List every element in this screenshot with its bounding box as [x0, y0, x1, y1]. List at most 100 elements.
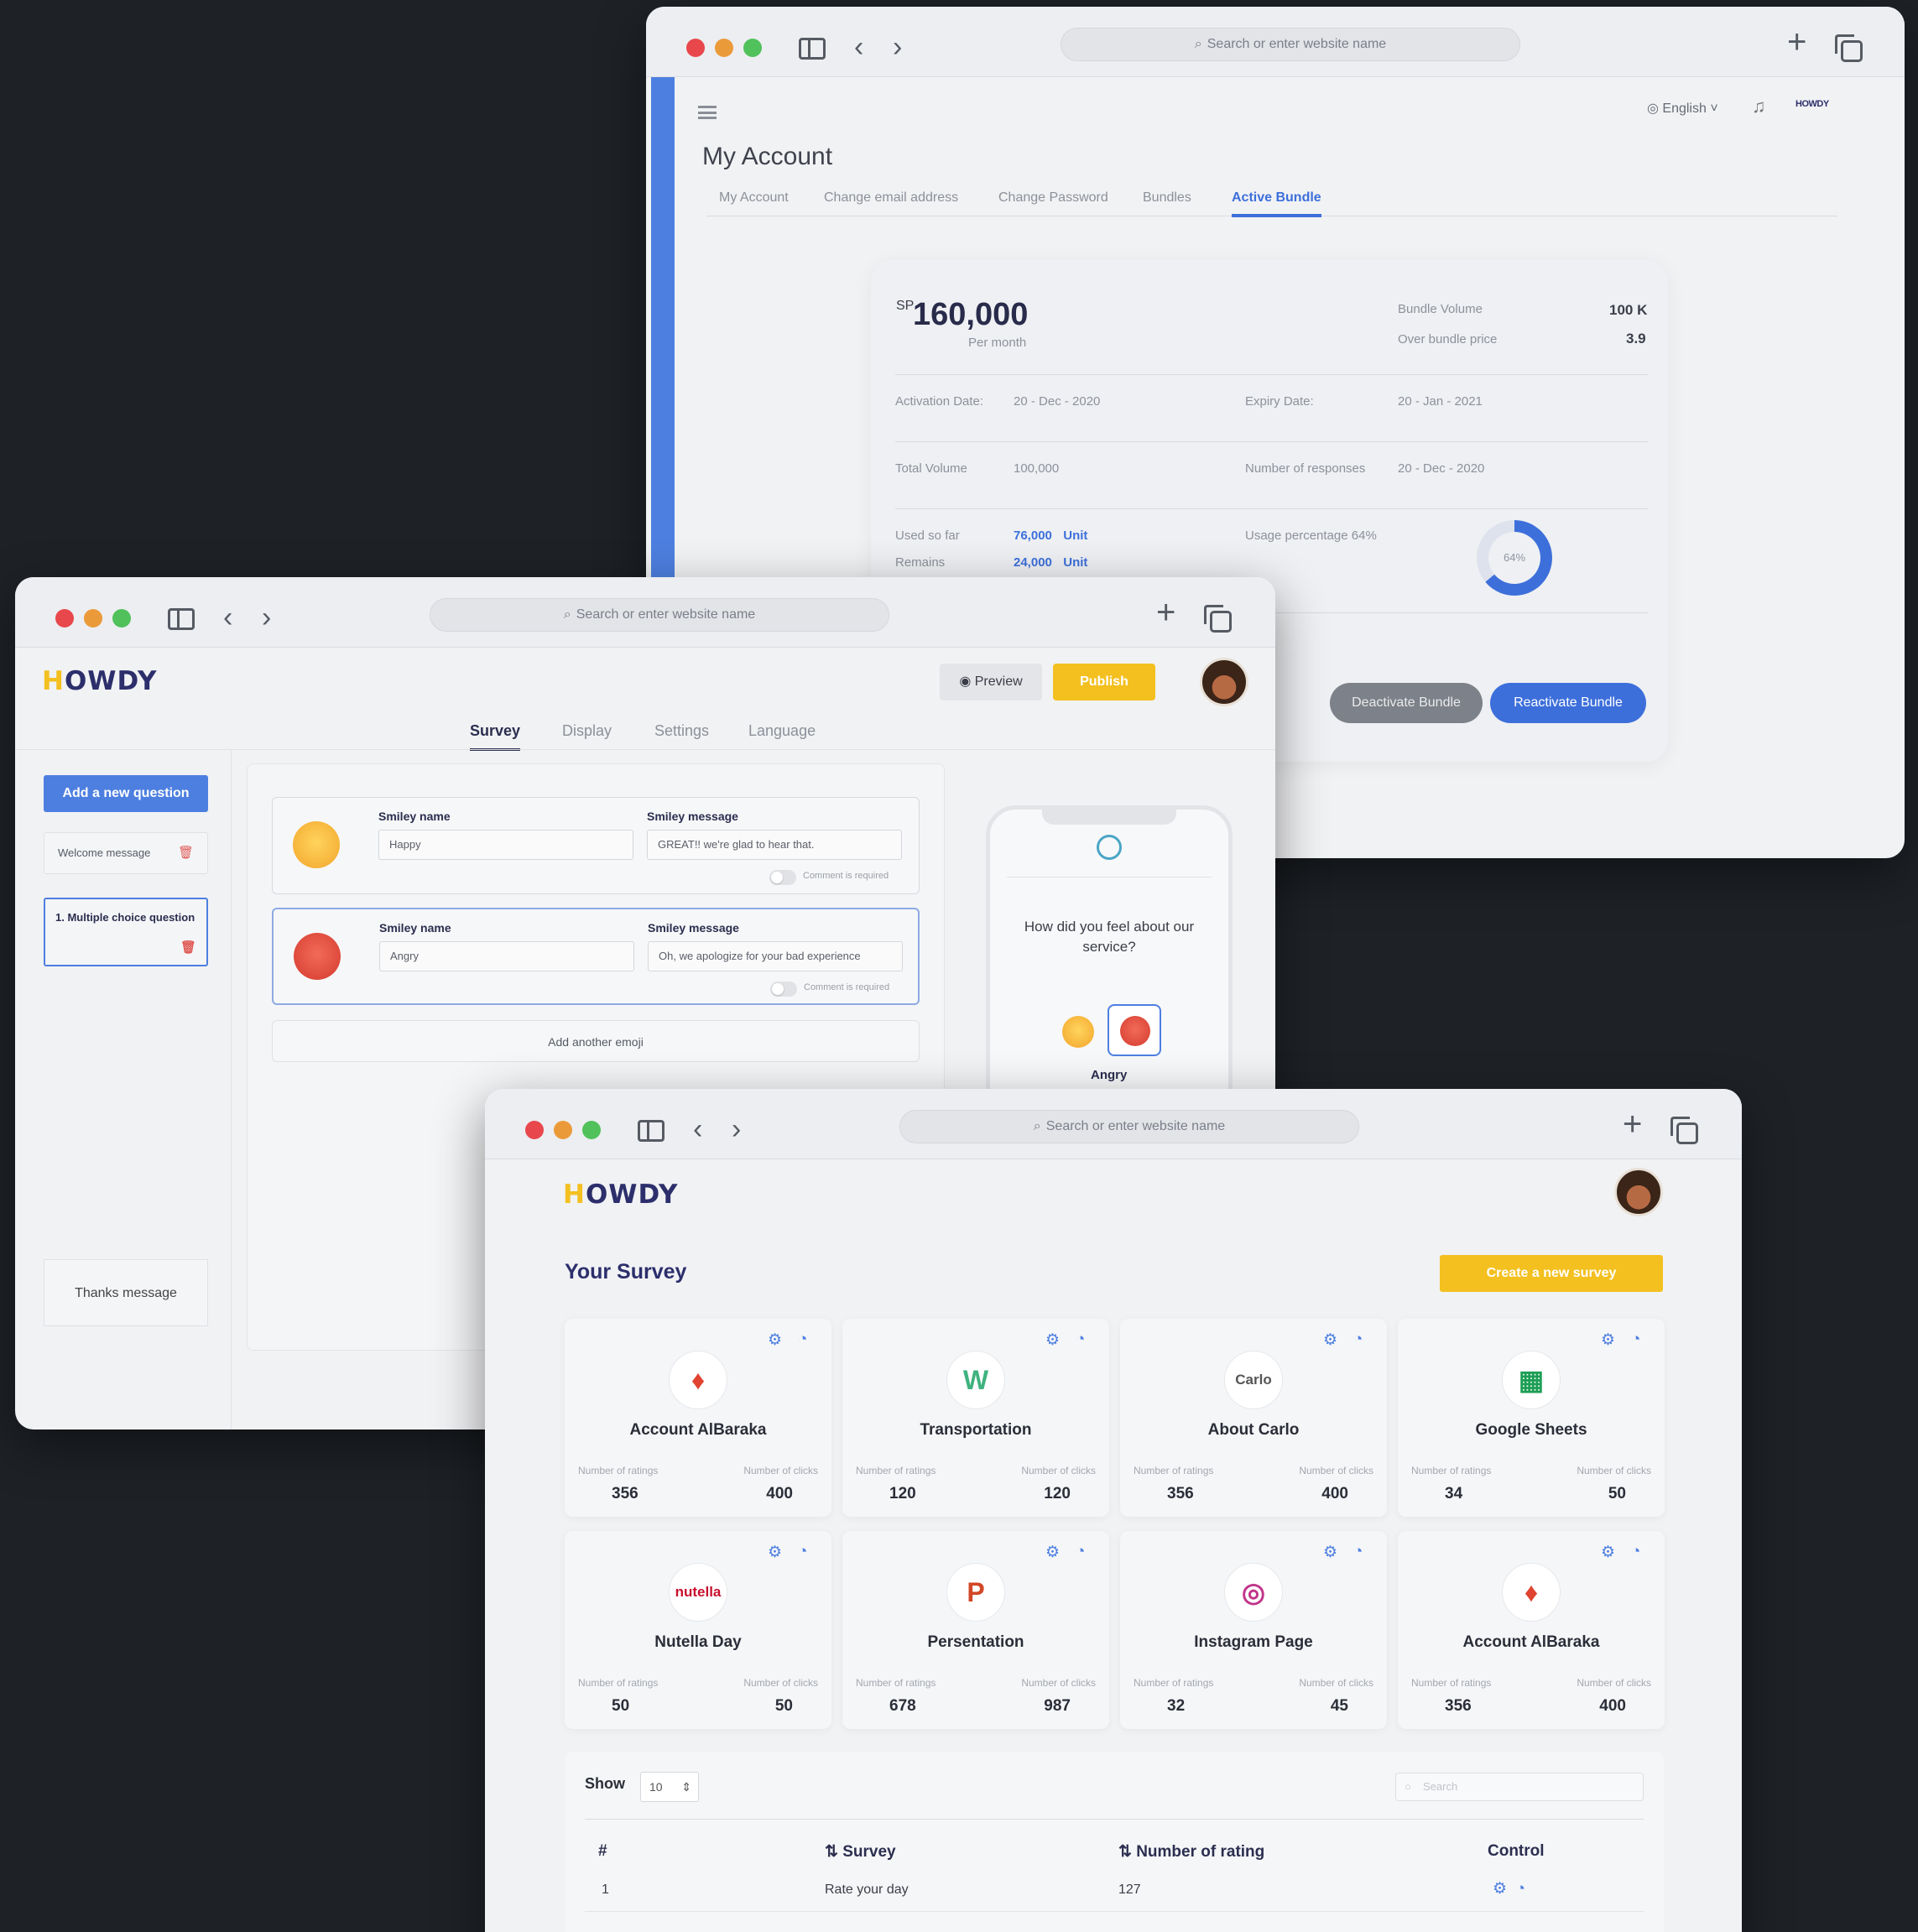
comment-required-label: Comment is required: [803, 871, 889, 881]
welcome-message-item[interactable]: Welcome message 🗑: [44, 832, 208, 874]
minimize-window-button[interactable]: [84, 609, 102, 628]
stats-icon[interactable]: ◔: [1353, 1331, 1363, 1349]
forward-icon[interactable]: ›: [732, 1114, 741, 1146]
tab-settings[interactable]: Settings: [654, 722, 709, 740]
settings-icon[interactable]: ⚙: [1323, 1331, 1337, 1350]
stats-icon[interactable]: ◔: [1076, 1543, 1085, 1561]
tab-language[interactable]: Language: [748, 722, 816, 740]
settings-icon[interactable]: ⚙: [768, 1331, 782, 1350]
welcome-message-label: Welcome message: [58, 846, 151, 859]
eye-icon: ◉: [959, 674, 972, 689]
new-tab-icon[interactable]: +: [1623, 1107, 1642, 1141]
tabs-overview-icon[interactable]: [1835, 34, 1863, 62]
publish-button[interactable]: Publish: [1053, 664, 1155, 700]
trash-icon[interactable]: 🗑: [178, 833, 194, 873]
settings-icon[interactable]: ⚙: [1601, 1331, 1615, 1350]
comment-required-toggle[interactable]: [770, 982, 797, 997]
new-tab-icon[interactable]: +: [1156, 596, 1175, 629]
comment-required-toggle[interactable]: [769, 870, 796, 885]
tab-survey[interactable]: Survey: [470, 722, 521, 751]
stats-icon[interactable]: ◔: [1631, 1331, 1640, 1349]
used-number: 76,000: [1014, 529, 1052, 543]
back-icon[interactable]: ‹: [693, 1114, 702, 1146]
back-icon[interactable]: ‹: [854, 32, 863, 64]
survey-card[interactable]: ⚙ ◔ ◎ Instagram Page Number of ratings Number…: [1120, 1531, 1387, 1729]
survey-card[interactable]: ⚙ ◔ ▦ Google Sheets Number of ratings Number …: [1398, 1319, 1665, 1517]
smiley-message-input[interactable]: GREAT!! we're glad to hear that.: [647, 830, 902, 860]
survey-card[interactable]: ⚙ ◔ P Persentation Number of ratings Number o…: [842, 1531, 1109, 1729]
bell-icon[interactable]: ♫: [1752, 96, 1766, 117]
minimize-window-button[interactable]: [715, 39, 733, 57]
sidebar-toggle-icon[interactable]: [168, 608, 195, 630]
column-header-survey[interactable]: ⇅ Survey: [825, 1842, 896, 1862]
tab-bundles[interactable]: Bundles: [1143, 190, 1191, 206]
survey-card[interactable]: ⚙ ◔ ♦ Account AlBaraka Number of ratings Numb…: [1398, 1531, 1665, 1729]
survey-card[interactable]: ⚙ ◔ nutella Nutella Day Number of ratings Num…: [565, 1531, 831, 1729]
url-bar[interactable]: ⌕ Search or enter website name: [899, 1110, 1359, 1143]
hamburger-menu-icon[interactable]: [698, 106, 717, 119]
clicks-value: 400: [1599, 1697, 1626, 1715]
back-icon[interactable]: ‹: [223, 602, 232, 634]
user-avatar[interactable]: [1200, 658, 1248, 706]
language-selector[interactable]: ◎ English ˅: [1647, 100, 1718, 117]
tab-change-password[interactable]: Change Password: [998, 190, 1108, 206]
tabs-overview-icon[interactable]: [1670, 1117, 1698, 1144]
settings-icon[interactable]: ⚙: [1045, 1331, 1060, 1350]
column-header-rating[interactable]: ⇅ Number of rating: [1118, 1842, 1264, 1862]
question-item[interactable]: 1. Multiple choice question 🗑: [44, 898, 208, 966]
tab-display[interactable]: Display: [562, 722, 612, 740]
create-survey-button[interactable]: Create a new survey: [1440, 1255, 1663, 1292]
table-search-input[interactable]: Search: [1395, 1773, 1644, 1801]
maximize-window-button[interactable]: [112, 609, 131, 628]
settings-icon[interactable]: ⚙: [768, 1543, 782, 1562]
settings-icon[interactable]: ⚙: [1601, 1543, 1615, 1562]
page-size-select[interactable]: 10: [640, 1772, 699, 1802]
survey-card[interactable]: ⚙ ◔ ♦ Account AlBaraka Number of ratings Numb…: [565, 1319, 831, 1517]
add-emoji-button[interactable]: Add another emoji: [272, 1020, 920, 1062]
preview-button[interactable]: ◉ Preview: [940, 664, 1042, 700]
user-avatar[interactable]: [1614, 1168, 1663, 1216]
stats-icon[interactable]: ◔: [1631, 1543, 1640, 1561]
stats-icon[interactable]: ◔: [798, 1331, 807, 1349]
settings-icon[interactable]: ⚙: [1323, 1543, 1337, 1562]
tab-change-email[interactable]: Change email address: [824, 190, 958, 206]
close-window-button[interactable]: [55, 609, 74, 628]
settings-icon[interactable]: ⚙: [1493, 1880, 1507, 1898]
remains-number: 24,000: [1014, 555, 1052, 570]
price-period: Per month: [968, 336, 1027, 350]
url-bar[interactable]: ⌕ Search or enter website name: [1061, 28, 1520, 61]
close-window-button[interactable]: [686, 39, 705, 57]
smiley-message-input[interactable]: Oh, we apologize for your bad experience: [648, 941, 903, 971]
stats-icon[interactable]: ◔: [1516, 1880, 1525, 1898]
tabs-overview-icon[interactable]: [1204, 605, 1232, 633]
smiley-name-input[interactable]: Happy: [378, 830, 633, 860]
settings-icon[interactable]: ⚙: [1045, 1543, 1060, 1562]
smiley-card: Smiley name Angry Smiley message Oh, we …: [272, 908, 920, 1005]
maximize-window-button[interactable]: [743, 39, 762, 57]
forward-icon[interactable]: ›: [893, 32, 902, 64]
language-label: English ˅: [1662, 102, 1718, 116]
tab-my-account[interactable]: My Account: [719, 190, 789, 206]
stats-icon[interactable]: ◔: [1076, 1331, 1085, 1349]
sidebar-toggle-icon[interactable]: [799, 38, 826, 60]
happy-emoji-icon[interactable]: [1062, 1016, 1094, 1048]
forward-icon[interactable]: ›: [262, 602, 271, 634]
survey-card[interactable]: ⚙ ◔ W Transportation Number of ratings Number…: [842, 1319, 1109, 1517]
tab-active-bundle[interactable]: Active Bundle: [1232, 190, 1321, 217]
stats-icon[interactable]: ◔: [798, 1543, 807, 1561]
minimize-window-button[interactable]: [554, 1121, 572, 1139]
reactivate-bundle-button[interactable]: Reactivate Bundle: [1490, 683, 1646, 723]
close-window-button[interactable]: [525, 1121, 544, 1139]
url-bar[interactable]: ⌕ Search or enter website name: [430, 598, 889, 632]
selected-emoji[interactable]: [1108, 1004, 1161, 1056]
thanks-message-item[interactable]: Thanks message: [44, 1259, 208, 1326]
survey-card[interactable]: ⚙ ◔ Carlo About Carlo Number of ratings Numbe…: [1120, 1319, 1387, 1517]
maximize-window-button[interactable]: [582, 1121, 601, 1139]
new-tab-icon[interactable]: +: [1787, 25, 1806, 59]
stats-icon[interactable]: ◔: [1353, 1543, 1363, 1561]
deactivate-bundle-button[interactable]: Deactivate Bundle: [1330, 683, 1483, 723]
sidebar-toggle-icon[interactable]: [638, 1120, 665, 1142]
add-question-button[interactable]: Add a new question: [44, 775, 208, 812]
trash-icon[interactable]: 🗑: [180, 940, 196, 955]
smiley-name-input[interactable]: Angry: [379, 941, 634, 971]
